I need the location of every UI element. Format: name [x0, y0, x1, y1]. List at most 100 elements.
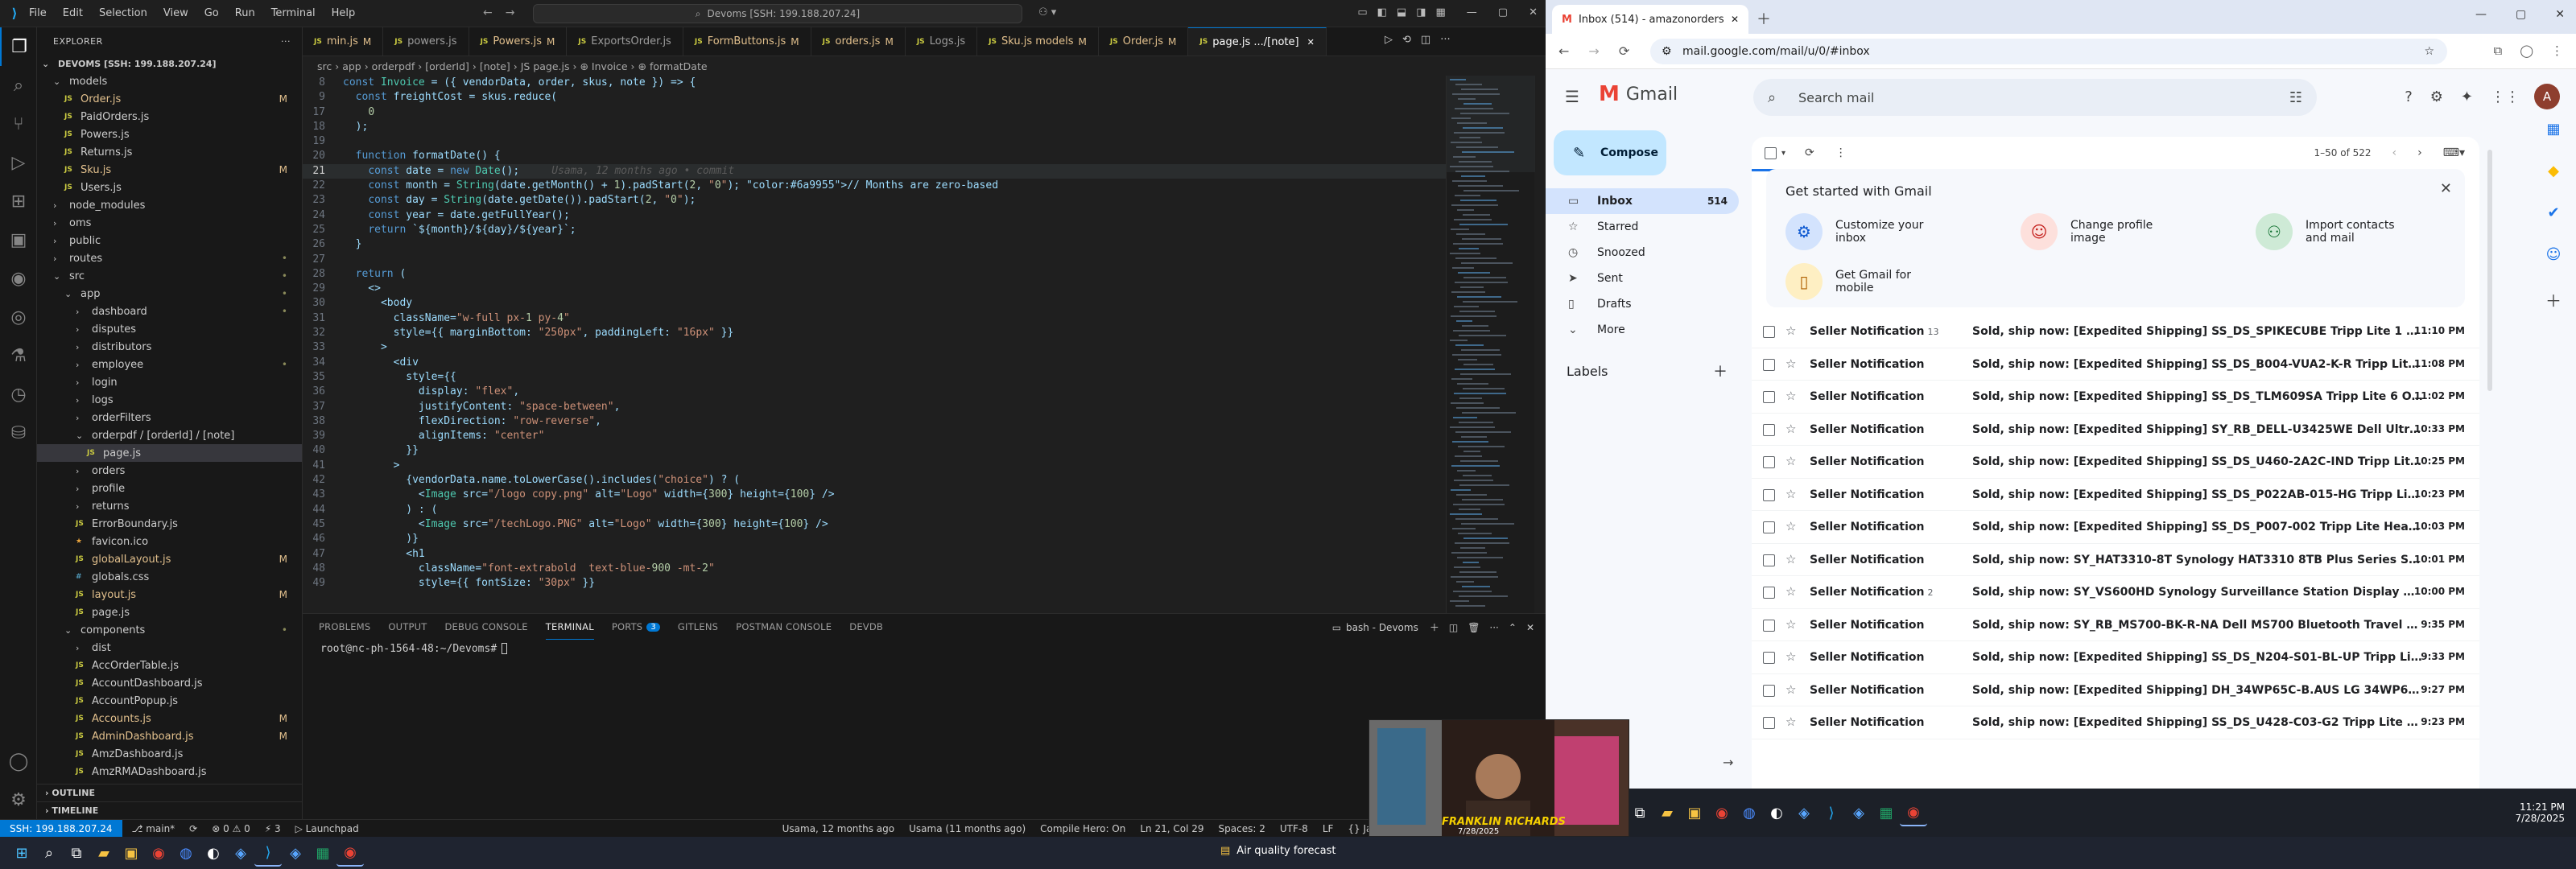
tree-item[interactable]: JS Sku.js M: [37, 161, 302, 179]
email-row[interactable]: ☆ Seller Notification Sold, ship now: [Exp…: [1752, 381, 2479, 414]
menu-item-help[interactable]: Help: [332, 7, 356, 19]
trash-icon[interactable]: 🗑: [1468, 622, 1480, 633]
video-overlay[interactable]: FRANKLIN RICHARDS 7/28/2025: [1368, 719, 1629, 837]
star-icon[interactable]: ☆: [1785, 323, 1796, 338]
remote-desktop-icon[interactable]: ◈: [1790, 799, 1818, 826]
star-icon[interactable]: ☆: [1785, 584, 1796, 599]
tree-item[interactable]: › public: [37, 232, 302, 249]
contacts-icon[interactable]: ☺: [2531, 246, 2576, 288]
store-icon[interactable]: ▣: [118, 839, 145, 867]
close-tab-icon[interactable]: ✕: [1307, 37, 1315, 47]
search-icon[interactable]: ⌕: [35, 839, 63, 867]
account-icon[interactable]: ◯: [0, 742, 37, 780]
tree-item[interactable]: ⌄ src •: [37, 267, 302, 285]
tree-item[interactable]: ⌄ orderpdf / [orderId] / [note]: [37, 426, 302, 444]
email-checkbox[interactable]: [1763, 521, 1775, 533]
menu-item-view[interactable]: View: [163, 7, 188, 19]
keyboard-icon[interactable]: ⌨▾: [2443, 146, 2465, 159]
command-center[interactable]: ⌕ Devoms [SSH: 199.188.207.24]: [533, 4, 1022, 23]
star-icon[interactable]: ☆: [1785, 422, 1796, 436]
task-view-icon[interactable]: ⧉: [1626, 799, 1653, 826]
extensions-icon[interactable]: ⧉: [2493, 43, 2502, 58]
database-icon[interactable]: ⛁: [0, 414, 37, 452]
search-icon[interactable]: ⌕: [1768, 89, 1776, 106]
editor-tab[interactable]: JS Powers.js M: [469, 27, 568, 56]
chrome-menu-icon[interactable]: ⋮: [2551, 43, 2563, 58]
email-checkbox[interactable]: [1763, 488, 1775, 501]
chrome-icon[interactable]: ◉: [1900, 799, 1927, 826]
excel-icon[interactable]: ▦: [1872, 799, 1900, 826]
editor-tab[interactable]: JS FormButtons.js M: [683, 27, 811, 56]
tree-item[interactable]: › node_modules: [37, 196, 302, 214]
editor-tab[interactable]: JS Sku.js models M: [977, 27, 1099, 56]
task-view-icon[interactable]: ⧉: [63, 839, 90, 867]
tree-item[interactable]: › login: [37, 373, 302, 391]
site-info-icon[interactable]: ⚙: [1662, 45, 1672, 58]
tree-item[interactable]: JS AccountPopup.js: [37, 692, 302, 710]
remote-desktop-icon[interactable]: ◈: [227, 839, 254, 867]
editor-tab[interactable]: JS powers.js: [383, 27, 469, 56]
remote-indicator[interactable]: SSH: 199.188.207.24: [0, 819, 122, 837]
chevron-down-icon[interactable]: ▾: [1781, 149, 1785, 158]
status-item[interactable]: ⊗ 0 ⚠ 0: [212, 823, 250, 834]
more-icon[interactable]: ⋮: [1835, 146, 1847, 159]
search-options-icon[interactable]: ☷: [2289, 89, 2302, 106]
tree-item[interactable]: › disputes: [37, 320, 302, 338]
status-item[interactable]: ⟳: [189, 823, 197, 834]
tree-item[interactable]: JS page.js: [37, 603, 302, 621]
bookmark-star-icon[interactable]: ☆: [2424, 45, 2434, 58]
tree-item[interactable]: › orders: [37, 462, 302, 480]
star-icon[interactable]: ☆: [1785, 617, 1796, 632]
editor-tab[interactable]: JS orders.js M: [811, 27, 906, 56]
windows-start-icon[interactable]: ⊞: [8, 839, 35, 867]
email-checkbox[interactable]: [1763, 423, 1775, 436]
tree-item[interactable]: JS AmzRMADashboard.js: [37, 763, 302, 780]
tree-item[interactable]: JS AccOrderTable.js: [37, 657, 302, 674]
tree-item[interactable]: ⌄ models: [37, 72, 302, 90]
tree-item[interactable]: ⌄ components •: [37, 621, 302, 639]
expand-arrow-icon[interactable]: →: [1723, 755, 1733, 770]
search-mail-input[interactable]: ⌕ Search mail ☷: [1753, 79, 2317, 116]
star-icon[interactable]: ☆: [1785, 682, 1796, 697]
email-checkbox[interactable]: [1763, 326, 1775, 338]
remote-app-icon[interactable]: ◈: [282, 839, 309, 867]
avatar[interactable]: A: [2534, 84, 2560, 109]
email-checkbox[interactable]: [1763, 684, 1775, 697]
forward-arrow-icon[interactable]: →: [506, 6, 515, 19]
status-item[interactable]: ⎇ main*: [132, 823, 175, 834]
editor-tab[interactable]: JS page.js .../[note] ✕: [1188, 27, 1327, 56]
tree-item[interactable]: › routes •: [37, 249, 302, 267]
file-explorer-icon[interactable]: ▰: [90, 839, 118, 867]
tree-item[interactable]: › distributors: [37, 338, 302, 356]
nav-item-more[interactable]: ⌄ More: [1546, 317, 1739, 343]
remote-explorer-icon[interactable]: ▣: [0, 220, 37, 259]
gmail-mobile-item[interactable]: ▯ Get Gmail for mobile: [1785, 261, 2027, 303]
close-panel-icon[interactable]: ✕: [1526, 622, 1534, 633]
excel-icon[interactable]: ▦: [309, 839, 336, 867]
minimize-icon[interactable]: —: [1467, 6, 1477, 19]
editor-tab[interactable]: JS min.js M: [303, 27, 384, 56]
tree-item[interactable]: # globals.css: [37, 568, 302, 586]
extensions-icon[interactable]: ⊞: [0, 182, 37, 220]
menu-item-terminal[interactable]: Terminal: [271, 7, 316, 19]
email-checkbox[interactable]: [1763, 652, 1775, 664]
app-icon[interactable]: ◐: [1763, 799, 1790, 826]
settings-gear-icon[interactable]: ⚙: [2430, 89, 2443, 105]
email-row[interactable]: ☆ Seller Notification 13 Sold, ship now: [E…: [1752, 315, 2479, 348]
status-item[interactable]: Spaces: 2: [1219, 823, 1265, 834]
status-item[interactable]: Compile Hero: On: [1040, 823, 1125, 834]
tree-item[interactable]: › oms: [37, 214, 302, 232]
outline-section[interactable]: › OUTLINE: [37, 784, 302, 801]
tree-item[interactable]: JS AdminDashboard.js M: [37, 727, 302, 745]
gitlens-icon[interactable]: ◉: [0, 259, 37, 298]
profile-icon[interactable]: ◯: [2520, 43, 2533, 58]
postman-icon[interactable]: ◎: [0, 298, 37, 336]
split-terminal-icon[interactable]: ◫: [1449, 622, 1458, 633]
chrome-icon[interactable]: ◉: [145, 839, 172, 867]
editor-tab[interactable]: JS Logs.js: [906, 27, 978, 56]
email-row[interactable]: ☆ Seller Notification Sold, ship now: [Exp…: [1752, 446, 2479, 479]
email-checkbox[interactable]: [1763, 619, 1775, 632]
layout-icon[interactable]: ▭: [1357, 6, 1367, 19]
star-icon[interactable]: ☆: [1785, 389, 1796, 403]
terminal-selector[interactable]: bash - Devoms: [1346, 622, 1418, 633]
